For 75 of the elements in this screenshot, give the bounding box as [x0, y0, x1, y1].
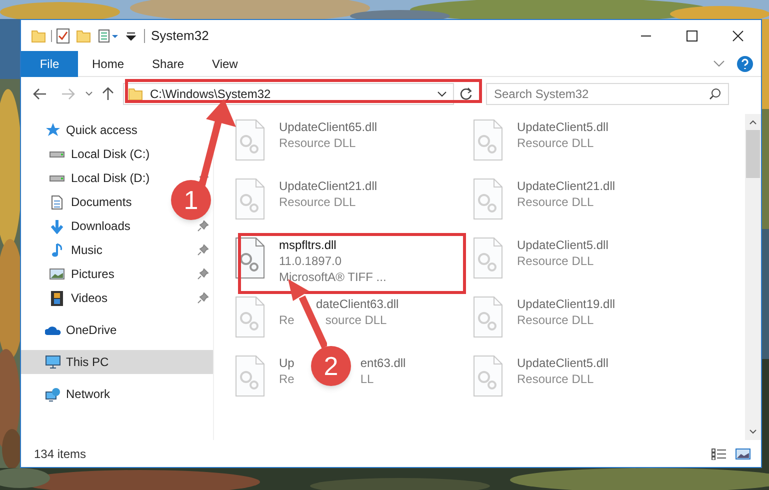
file-name: mspfltrs.dll [279, 237, 336, 254]
nav-item[interactable]: OneDrive [21, 318, 213, 342]
nav-item[interactable]: Local Disk (D:) [49, 169, 150, 187]
scroll-down-icon [749, 429, 757, 435]
close-icon [732, 30, 744, 42]
chevron-down-icon[interactable] [713, 60, 725, 68]
scrollbar-thumb[interactable] [746, 130, 760, 178]
refresh-icon[interactable] [459, 87, 473, 101]
help-icon[interactable] [737, 56, 753, 72]
nav-item[interactable]: Downloads [49, 217, 130, 235]
checklist-icon[interactable] [56, 28, 70, 44]
drive-icon [49, 174, 65, 182]
search-icon [709, 88, 721, 100]
nav-item[interactable]: Network [21, 382, 213, 406]
file-name: UpdateClient21.dll [517, 178, 616, 195]
nav-item[interactable]: Music [49, 241, 102, 259]
file-detail: Resource DLL [517, 135, 594, 152]
ribbon-tab[interactable]: Share [138, 50, 198, 76]
maximize-icon [686, 30, 698, 42]
properties-icon[interactable] [98, 28, 120, 42]
file-name: UpdateClient5.dll [517, 119, 608, 136]
window-title: System32 [151, 26, 209, 45]
network-icon [45, 386, 61, 402]
file-detail: Resource DLL [279, 194, 356, 211]
monitor-icon [45, 355, 61, 369]
large-icons-view-icon[interactable] [735, 448, 751, 460]
file-detail: Resource DLL [517, 312, 594, 329]
file-name: Up [279, 355, 294, 372]
file-detail: Resource DLL [517, 253, 594, 270]
drive-icon [49, 150, 65, 158]
folder-icon [128, 86, 144, 102]
back-icon[interactable] [33, 88, 47, 100]
address-path: C:\Windows\System32 [150, 87, 272, 101]
file-name: UpdateClient5.dll [517, 237, 608, 254]
scroll-up-icon [749, 119, 757, 125]
music-note-icon [51, 242, 63, 258]
customize-toolbar-icon[interactable] [126, 30, 136, 40]
download-arrow-icon [50, 218, 64, 234]
ribbon-tab[interactable]: View [198, 50, 252, 76]
cloud-icon [45, 325, 61, 335]
item-count: 134 items [34, 446, 86, 462]
file-detail: Resource DLL [279, 135, 356, 152]
chevron-down-icon [437, 91, 447, 97]
nav-item[interactable]: Documents [49, 193, 132, 211]
file-name: UpdateClient5.dll [517, 355, 608, 372]
file-detail: source DLL [325, 312, 387, 329]
details-view-icon[interactable] [711, 448, 727, 460]
file-detail: LL [360, 371, 374, 388]
pictures-icon [49, 268, 65, 280]
file-name: dateClient63.dll [316, 296, 399, 313]
file-detail: Re [279, 312, 294, 329]
nav-item[interactable]: This PC [21, 350, 213, 374]
ribbon-tab[interactable]: File [21, 50, 78, 76]
up-icon[interactable] [102, 87, 114, 101]
nav-item[interactable]: Quick access [21, 118, 142, 142]
nav-item[interactable]: Local Disk (C:) [49, 145, 150, 163]
file-detail: Resource DLL [517, 194, 594, 211]
nav-item[interactable]: Pictures [49, 265, 114, 283]
document-icon [51, 194, 63, 210]
search-field[interactable]: Search System32 [486, 83, 729, 105]
file-name: UpdateClient65.dll [279, 119, 378, 136]
scrollbar[interactable] [745, 114, 761, 440]
file-detail: Re [279, 371, 294, 388]
star-icon [45, 122, 61, 138]
nav-item[interactable]: Videos [49, 289, 108, 307]
file-detail: MicrosoftA® TIFF ... [279, 269, 386, 286]
file-name: ent63.dll [360, 355, 406, 372]
file-name: UpdateClient19.dll [517, 296, 616, 313]
file-name: UpdateClient21.dll [279, 178, 378, 195]
film-icon [51, 290, 63, 306]
address-field[interactable]: C:\Windows\System32 [123, 83, 454, 105]
recent-locations-icon[interactable] [85, 91, 93, 97]
ribbon-tab[interactable]: Home [78, 50, 138, 76]
file-detail: 11.0.1897.0 [279, 253, 342, 270]
file-detail: Resource DLL [517, 371, 594, 388]
